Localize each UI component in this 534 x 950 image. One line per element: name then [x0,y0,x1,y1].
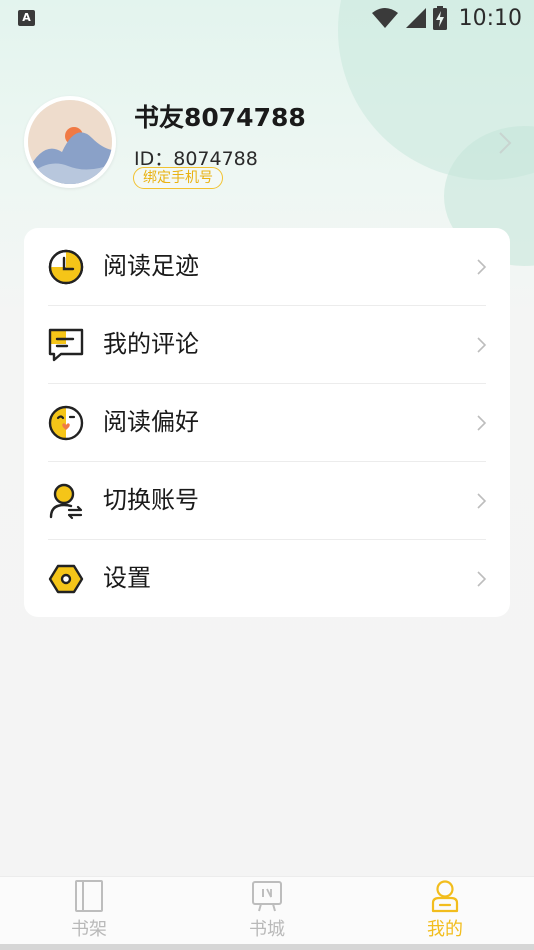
menu-item-label: 设置 [103,564,151,592]
chevron-right-icon [477,571,487,587]
menu-item-settings[interactable]: 设置 [24,540,510,618]
settings-hexagon-icon [48,564,84,594]
tab-bookstore[interactable]: 书城 [212,877,322,945]
status-icons: 10:10 [371,4,522,32]
system-navigation-bar [0,944,534,950]
menu-item-label: 阅读足迹 [103,252,199,280]
bind-phone-button[interactable]: 绑定手机号 [133,167,223,189]
avatar[interactable] [24,96,116,188]
profile-chevron-right-icon[interactable] [496,130,514,156]
screen: A 10:10 书友8074788 ID：8074788 绑定手机号 阅读足迹 … [0,0,534,950]
tab-label: 书城 [249,919,285,940]
menu-item-label: 我的评论 [103,330,199,358]
menu-item-reading-history[interactable]: 阅读足迹 [24,228,510,306]
wifi-icon [371,8,398,28]
tab-label: 书架 [71,919,107,940]
battery-charging-icon [432,6,447,30]
username: 书友8074788 [134,103,306,132]
bottom-tab-bar: 书架 书城 我的 [0,876,534,944]
smiley-heart-icon [48,405,84,441]
chevron-right-icon [477,337,487,353]
menu-item-label: 阅读偏好 [103,408,199,436]
tab-label: 我的 [427,919,463,940]
clock-icon [48,249,84,285]
chevron-right-icon [477,493,487,509]
menu-item-switch-account[interactable]: 切换账号 [24,462,510,540]
chevron-right-icon [477,415,487,431]
menu-item-my-comments[interactable]: 我的评论 [24,306,510,384]
switch-account-icon [49,483,83,520]
avatar-landscape-image [28,100,112,184]
clock-time: 10:10 [458,5,522,31]
menu-item-label: 切换账号 [103,486,199,514]
chevron-right-icon [477,259,487,275]
bookshelf-icon [75,880,103,912]
tab-profile[interactable]: 我的 [390,877,500,945]
cellular-signal-icon [405,8,426,28]
bookstore-icon [252,881,282,912]
tab-bookshelf[interactable]: 书架 [34,877,144,945]
profile-icon [431,880,459,913]
status-bar: A 10:10 [0,0,534,36]
app-notification-icon: A [18,10,35,26]
menu-item-reading-preferences[interactable]: 阅读偏好 [24,384,510,462]
menu-card: 阅读足迹 我的评论 阅读偏好 切换账号 设置 [24,228,510,617]
comment-icon [48,328,84,362]
